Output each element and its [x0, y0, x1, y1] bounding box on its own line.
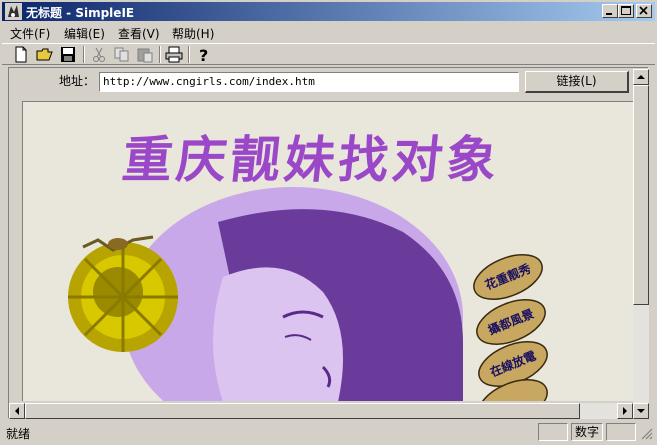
paste-icon[interactable] — [136, 46, 154, 63]
menu-edit[interactable]: 编辑(E) — [64, 25, 105, 42]
address-input[interactable]: http://www.cngirls.com/index.htm — [99, 72, 519, 92]
cut-icon[interactable] — [90, 46, 108, 63]
minimize-icon — [606, 13, 612, 15]
close-button[interactable] — [636, 4, 652, 18]
address-label: 地址： — [59, 74, 96, 88]
menu-help[interactable]: 帮助(H) — [172, 25, 214, 42]
status-panel-empty — [538, 423, 568, 441]
svg-text:?: ? — [199, 46, 208, 63]
go-button[interactable]: 链接(L) — [525, 71, 629, 93]
nav-button-1[interactable]: 花重靓秀 — [469, 259, 547, 295]
application-window: 无标题 - SimpleIE 文件(F) 编辑(E) 查看(V) 帮助(H) ?… — [0, 0, 657, 445]
horizontal-scroll-thumb[interactable] — [25, 403, 580, 419]
copy-icon[interactable] — [113, 46, 131, 63]
window-title: 无标题 - SimpleIE — [26, 6, 135, 20]
scroll-up-button[interactable] — [633, 69, 649, 85]
scroll-right-button[interactable] — [617, 403, 633, 419]
status-bar: 就绪 数字 — [2, 421, 655, 443]
save-icon[interactable] — [59, 46, 77, 63]
minimize-button[interactable] — [602, 4, 618, 18]
close-icon — [639, 6, 648, 15]
vertical-scroll-thumb[interactable] — [633, 85, 649, 305]
arrow-down-icon — [637, 409, 645, 413]
help-icon[interactable]: ? — [194, 46, 212, 63]
scroll-down-button[interactable] — [633, 403, 649, 419]
status-panel-empty — [606, 423, 636, 441]
open-folder-icon[interactable] — [36, 46, 54, 63]
maximize-icon — [621, 6, 631, 15]
status-panel-num: 数字 — [571, 423, 603, 441]
horizontal-scrollbar[interactable] — [9, 403, 633, 419]
menu-file[interactable]: 文件(F) — [10, 25, 50, 42]
resize-grip-icon[interactable] — [640, 427, 653, 440]
toolbar-separator — [83, 46, 85, 63]
print-icon[interactable] — [165, 46, 183, 63]
toolbar-separator — [188, 46, 190, 63]
toolbar-separator — [159, 46, 161, 63]
vertical-scrollbar[interactable] — [633, 69, 649, 403]
nav-button-3[interactable]: 在線放電 — [474, 346, 552, 382]
web-content: 重庆靓妹找对象 花重靓秀 攝都風景 在線放電 — [22, 101, 634, 401]
app-icon — [5, 3, 22, 20]
maximize-button[interactable] — [618, 4, 634, 18]
arrow-left-icon — [15, 407, 19, 415]
arrow-right-icon — [623, 407, 627, 415]
toolbar: ? — [2, 43, 655, 65]
arrow-up-icon — [637, 75, 645, 79]
scroll-left-button[interactable] — [9, 403, 25, 419]
menu-bar: 文件(F) 编辑(E) 查看(V) 帮助(H) — [2, 22, 655, 42]
scroll-corner — [633, 403, 649, 419]
title-bar[interactable]: 无标题 - SimpleIE — [2, 2, 655, 21]
menu-view[interactable]: 查看(V) — [118, 25, 160, 42]
new-file-icon[interactable] — [12, 46, 30, 63]
status-text: 就绪 — [6, 427, 31, 441]
